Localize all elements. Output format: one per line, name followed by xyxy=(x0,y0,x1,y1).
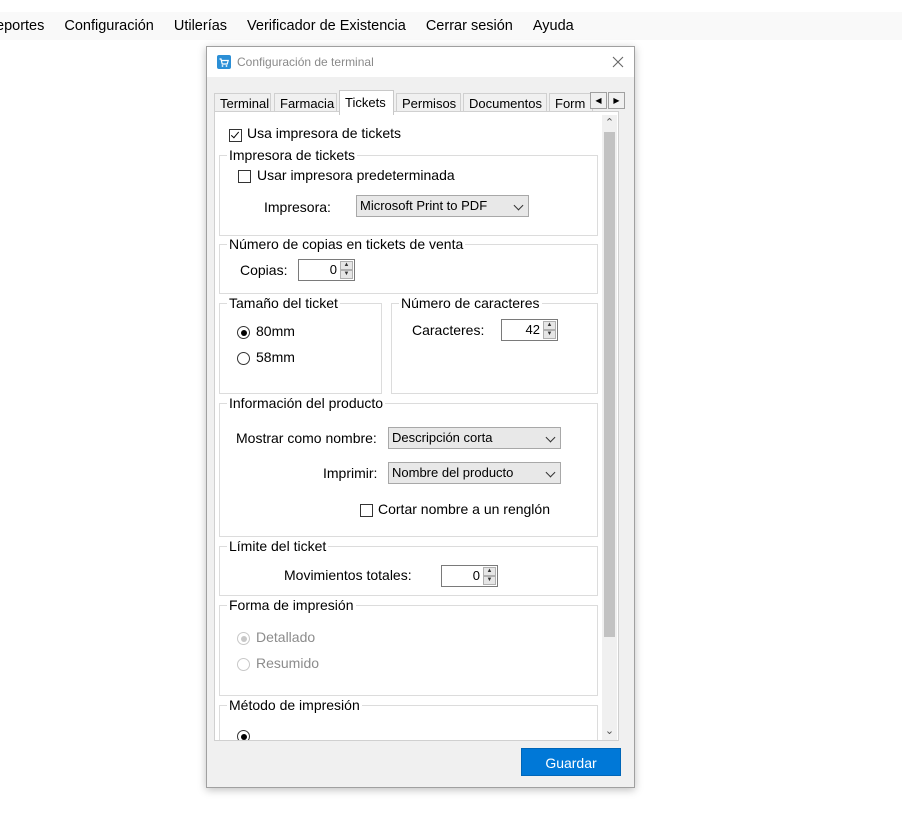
ticket-size-group-legend: Tamaño del ticket xyxy=(227,295,340,311)
detailed-radio[interactable] xyxy=(237,632,250,645)
movements-value: 0 xyxy=(472,568,480,583)
save-button[interactable]: Guardar xyxy=(521,748,621,776)
product-info-group: Información del producto Mostrar como no… xyxy=(219,395,598,537)
copies-stepper[interactable]: 0 ▲ ▼ xyxy=(298,259,355,281)
print-method-radio[interactable] xyxy=(237,730,250,740)
tab-permisos[interactable]: Permisos xyxy=(396,93,461,113)
printer-select-value: Microsoft Print to PDF xyxy=(360,198,488,213)
tab-tickets[interactable]: Tickets xyxy=(339,90,394,115)
chars-stepper[interactable]: 42 ▲ ▼ xyxy=(501,319,558,341)
close-icon[interactable] xyxy=(611,55,625,69)
panel-scrollbar[interactable]: ⌃ ⌄ xyxy=(602,115,617,740)
chars-label: Caracteres: xyxy=(412,322,485,338)
show-name-label: Mostrar como nombre: xyxy=(236,430,377,446)
show-name-select[interactable]: Descripción corta xyxy=(388,427,561,449)
tab-farmacia[interactable]: Farmacia xyxy=(274,93,337,113)
chevron-down-icon xyxy=(545,467,556,478)
cart-icon xyxy=(217,55,231,69)
chars-value: 42 xyxy=(525,322,540,337)
chevron-down-icon xyxy=(545,432,556,443)
printer-label: Impresora: xyxy=(264,199,331,215)
print-method-group-legend: Método de impresión xyxy=(227,697,362,713)
menu-ayuda[interactable]: Ayuda xyxy=(523,18,584,34)
increment-icon[interactable]: ▲ xyxy=(340,261,353,270)
size-80mm-label: 80mm xyxy=(256,323,295,339)
product-info-group-legend: Información del producto xyxy=(227,395,386,411)
tab-strip: Terminal Farmacia Tickets Permisos Docum… xyxy=(214,90,627,115)
movements-stepper[interactable]: 0 ▲ ▼ xyxy=(441,565,498,587)
copies-group: Número de copias en tickets de venta Cop… xyxy=(219,236,598,294)
terminal-config-dialog: Configuración de terminal Terminal Farma… xyxy=(206,46,635,788)
summary-radio[interactable] xyxy=(237,658,250,671)
dialog-titlebar[interactable]: Configuración de terminal xyxy=(207,47,634,77)
tab-documentos[interactable]: Documentos xyxy=(463,93,547,113)
ticket-size-group: Tamaño del ticket 80mm 58mm xyxy=(219,295,382,394)
tab-scroll-left-icon[interactable]: ◀ xyxy=(590,92,607,109)
copies-value: 0 xyxy=(329,262,337,277)
chars-group-legend: Número de caracteres xyxy=(399,295,542,311)
scroll-up-icon[interactable]: ⌃ xyxy=(602,116,617,130)
menu-utilerias[interactable]: Utilerías xyxy=(164,18,237,34)
printer-select[interactable]: Microsoft Print to PDF xyxy=(356,195,529,217)
decrement-icon[interactable]: ▼ xyxy=(543,330,556,339)
scroll-down-icon[interactable]: ⌄ xyxy=(602,724,617,738)
print-method-group: Método de impresión xyxy=(219,697,598,740)
cut-name-checkbox[interactable] xyxy=(360,504,373,517)
tickets-panel: Usa impresora de tickets Impresora de ti… xyxy=(214,111,619,741)
decrement-icon[interactable]: ▼ xyxy=(483,576,496,585)
ticket-limit-group-legend: Límite del ticket xyxy=(227,538,329,554)
chars-group: Número de caracteres Caracteres: 42 ▲ ▼ xyxy=(391,295,598,394)
printer-group-legend: Impresora de tickets xyxy=(227,147,358,163)
decrement-icon[interactable]: ▼ xyxy=(340,270,353,279)
copies-label: Copias: xyxy=(240,262,288,278)
show-name-select-value: Descripción corta xyxy=(392,430,493,445)
increment-icon[interactable]: ▲ xyxy=(543,321,556,330)
use-ticket-printer-checkbox[interactable] xyxy=(229,129,242,142)
print-form-group-legend: Forma de impresión xyxy=(227,597,356,613)
printer-group: Impresora de tickets Usar impresora pred… xyxy=(219,147,598,236)
dialog-title: Configuración de terminal xyxy=(237,55,374,69)
chevron-down-icon xyxy=(513,200,524,211)
print-field-select-value: Nombre del producto xyxy=(392,465,514,480)
use-default-printer-label: Usar impresora predeterminada xyxy=(257,167,455,183)
menu-configuracion[interactable]: Configuración xyxy=(54,18,163,34)
scrollbar-thumb[interactable] xyxy=(604,132,615,637)
tab-formatos[interactable]: Form xyxy=(549,93,593,113)
menu-reportes[interactable]: eportes xyxy=(0,18,54,34)
tab-scroll-right-icon[interactable]: ▶ xyxy=(608,92,625,109)
size-58mm-radio[interactable] xyxy=(237,352,250,365)
tab-terminal[interactable]: Terminal xyxy=(214,93,271,113)
copies-group-legend: Número de copias en tickets de venta xyxy=(227,236,466,252)
summary-label: Resumido xyxy=(256,655,320,671)
detailed-label: Detallado xyxy=(256,629,316,645)
cut-name-label: Cortar nombre a un renglón xyxy=(378,501,550,517)
print-field-select[interactable]: Nombre del producto xyxy=(388,462,561,484)
size-58mm-label: 58mm xyxy=(256,349,295,365)
increment-icon[interactable]: ▲ xyxy=(483,567,496,576)
use-default-printer-checkbox[interactable] xyxy=(238,170,251,183)
print-field-label: Imprimir: xyxy=(323,465,378,481)
use-ticket-printer-label: Usa impresora de tickets xyxy=(247,125,402,141)
menubar: eportes Configuración Utilerías Verifica… xyxy=(0,12,902,40)
menu-verificador-existencia[interactable]: Verificador de Existencia xyxy=(237,18,416,34)
menu-cerrar-sesion[interactable]: Cerrar sesión xyxy=(416,18,523,34)
size-80mm-radio[interactable] xyxy=(237,326,250,339)
ticket-limit-group: Límite del ticket Movimientos totales: 0… xyxy=(219,538,598,596)
movements-label: Movimientos totales: xyxy=(284,567,412,583)
print-form-group: Forma de impresión Detallado Resumido xyxy=(219,597,598,696)
